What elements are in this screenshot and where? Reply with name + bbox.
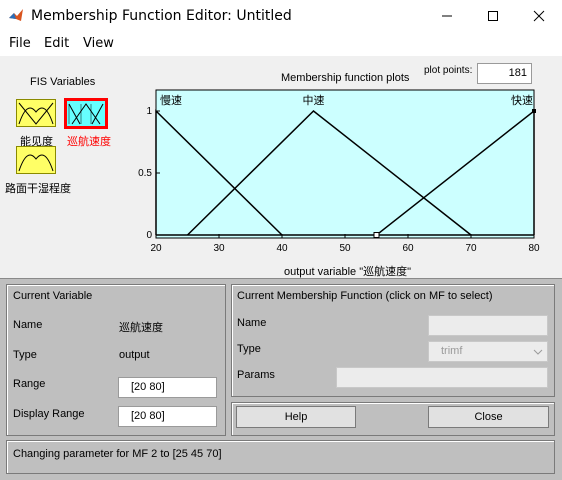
- lower-area: Current Variable Name 巡航速度 Type output R…: [0, 278, 562, 480]
- membership-function-plot[interactable]: 20 30 40 50 60 70 80 0 0.5 1 慢速 中速 快速: [0, 56, 562, 278]
- display-range-input[interactable]: [20 80]: [118, 406, 217, 427]
- current-mf-heading: Current Membership Function (click on MF…: [237, 290, 493, 302]
- menu-view[interactable]: View: [83, 36, 114, 51]
- variable-name-value: 巡航速度: [119, 321, 163, 334]
- mf-params-label: Params: [237, 369, 275, 381]
- current-variable-heading: Current Variable: [13, 290, 93, 302]
- mf-type-value: trimf: [441, 345, 463, 357]
- close-window-button[interactable]: [516, 0, 562, 31]
- mf-name-label: 快速: [511, 94, 533, 107]
- x-tick-label: 20: [150, 243, 162, 254]
- menu-bar: File Edit View: [0, 31, 562, 56]
- mf-handle[interactable]: [373, 232, 380, 238]
- x-tick-label: 50: [339, 243, 351, 254]
- maximize-icon: [488, 10, 498, 21]
- variable-type-label: Type: [13, 349, 37, 361]
- close-icon: [533, 10, 545, 21]
- y-tick-label: 0.5: [138, 168, 152, 179]
- mf-handle[interactable]: [532, 109, 536, 113]
- minimize-button[interactable]: [424, 0, 470, 31]
- variable-type-value: output: [119, 349, 150, 361]
- plot-area: [155, 89, 535, 239]
- mf-params-input[interactable]: [336, 367, 548, 388]
- maximize-button[interactable]: [470, 0, 516, 31]
- x-tick-label: 80: [528, 243, 540, 254]
- y-tick-label: 0: [146, 230, 152, 241]
- y-tick-label: 1: [146, 106, 152, 117]
- x-tick-label: 60: [402, 243, 414, 254]
- close-button[interactable]: Close: [428, 406, 549, 428]
- mf-name-label: 中速: [303, 94, 325, 107]
- mf-name-input[interactable]: [428, 315, 548, 336]
- chevron-down-icon: [533, 349, 543, 355]
- window-title: Membership Function Editor: Untitled: [31, 8, 292, 24]
- range-label: Range: [13, 378, 46, 390]
- variable-name-label: Name: [13, 319, 43, 331]
- menu-edit[interactable]: Edit: [44, 36, 69, 51]
- range-input[interactable]: [20 80]: [118, 377, 217, 398]
- x-tick-label: 40: [276, 243, 288, 254]
- mf-type-label: Type: [237, 343, 261, 355]
- status-message: Changing parameter for MF 2 to [25 45 70…: [13, 448, 222, 460]
- x-tick-label: 70: [465, 243, 477, 254]
- x-tick-label: 30: [213, 243, 225, 254]
- menu-file[interactable]: File: [9, 36, 31, 51]
- display-range-label: Display Range: [13, 408, 85, 420]
- plot-xlabel: output variable "巡航速度": [284, 266, 412, 278]
- mf-type-select[interactable]: trimf: [428, 341, 548, 362]
- title-bar: Membership Function Editor: Untitled: [0, 0, 562, 31]
- upper-area: FIS Variables 能见度 巡航速度 路面干湿程度 Membership…: [0, 56, 562, 278]
- help-button[interactable]: Help: [236, 406, 356, 428]
- minimize-icon: [442, 15, 452, 16]
- mf-name-label: Name: [237, 317, 267, 329]
- matlab-icon: [9, 9, 23, 21]
- mf-name-label: 慢速: [160, 94, 182, 107]
